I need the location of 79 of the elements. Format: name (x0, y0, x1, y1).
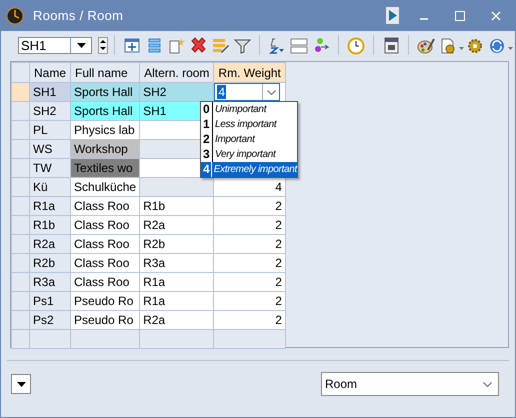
table-cell (70, 330, 140, 348)
table-cell: R3a (140, 254, 214, 272)
spin-button[interactable] (98, 36, 108, 54)
caret-icon[interactable] (508, 46, 513, 50)
table-cell: SH2 (140, 82, 214, 102)
window-title: Rooms / Room (33, 8, 124, 23)
play-icon[interactable] (386, 7, 399, 24)
document-gear-icon[interactable] (438, 36, 458, 54)
table-cell: Sports Hall (70, 82, 140, 102)
table-cell: 2 (214, 272, 286, 292)
clock-icon (6, 6, 24, 24)
delete-icon[interactable] (188, 36, 208, 54)
caret-icon (76, 42, 86, 48)
maximize-icon[interactable] (455, 10, 465, 20)
table-cell: Ps1 (30, 292, 71, 310)
table-cell: 4 (214, 178, 286, 196)
dropdown-option[interactable]: 2 Important (201, 132, 297, 147)
table-cell: 2 (214, 216, 286, 234)
table-cell: R3a (30, 272, 71, 292)
dropdown-option[interactable]: 4 Extremely important (201, 162, 297, 177)
table-cell: Class Roo (70, 196, 140, 216)
table-cell: TW (30, 158, 71, 178)
clock-icon[interactable] (346, 36, 366, 54)
table-cell: R1a (30, 196, 71, 216)
table-cell: Kü (30, 178, 71, 196)
dropdown-option[interactable]: 1 Less important (201, 117, 297, 132)
table-cell: R2b (140, 234, 214, 254)
table-cell: Class Roo (70, 216, 140, 234)
chevron-icon (266, 90, 276, 94)
table-cell: R2b (30, 254, 71, 272)
calendar-icon[interactable] (382, 36, 400, 54)
table-cell: Workshop (70, 140, 140, 158)
dropdown-option[interactable]: 0 Unimportant (201, 102, 297, 117)
table-cell: Textiles wo (70, 158, 140, 178)
table-cell: Sports Hall (70, 102, 140, 120)
palette-icon[interactable] (416, 36, 436, 54)
table-cell: R2a (30, 234, 71, 254)
table-cell: SH1 (30, 82, 71, 102)
weight-dropdown[interactable]: 4 (214, 83, 280, 101)
table-cell: 2 (214, 310, 286, 330)
table-cell: Class Roo (70, 234, 140, 254)
view-combo[interactable]: Room (321, 372, 499, 396)
column-header[interactable]: Name (30, 62, 71, 82)
sort-icon[interactable] (268, 36, 286, 54)
table-cell: 2 (214, 254, 286, 272)
column-header[interactable]: Full name (70, 62, 140, 82)
column-header[interactable]: Altern. room (140, 62, 214, 82)
down-arrow-icon (100, 47, 106, 50)
table-cell: WS (30, 140, 71, 158)
table-cell: Pseudo Ro (70, 292, 140, 310)
table-cell: 2 (214, 292, 286, 310)
caret-icon[interactable] (459, 46, 464, 50)
up-arrow-icon (100, 40, 106, 43)
caret-icon (16, 382, 26, 386)
table-cell: SH2 (30, 102, 71, 120)
dropdown-option[interactable]: 3 Very important (201, 147, 297, 162)
close-icon[interactable] (491, 10, 501, 20)
move-icon[interactable] (122, 36, 142, 54)
table-cell: Class Roo (70, 254, 140, 272)
table-cell: Physics lab (70, 120, 140, 140)
table-cell: Class Roo (70, 272, 140, 292)
table-cell: R1a (140, 272, 214, 292)
table-cell (30, 330, 71, 348)
table-cell: R1b (140, 196, 214, 216)
table-cell: Schulküche (70, 178, 140, 196)
dropdown-button[interactable] (11, 374, 31, 394)
table-cell: Ps2 (30, 310, 71, 330)
chevron-icon (483, 382, 492, 386)
table-cell: R2a (140, 310, 214, 330)
table-cell: Pseudo Ro (70, 310, 140, 330)
table-cell: R1b (30, 216, 71, 234)
table-cell: 2 (214, 196, 286, 216)
column-header[interactable]: Rm. Weight (214, 62, 286, 82)
code-combo[interactable]: SH1 (18, 36, 92, 54)
grid-icon[interactable] (290, 36, 308, 54)
table-cell: R1a (140, 292, 214, 310)
table-cell: PL (30, 120, 71, 140)
table-cell: 2 (214, 234, 286, 254)
table-cell: R2a (140, 216, 214, 234)
